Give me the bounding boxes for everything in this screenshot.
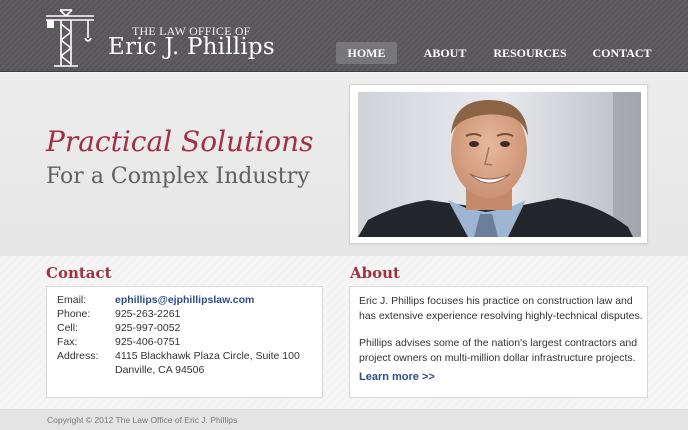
contact-heading: Contact [46,264,112,282]
site-footer: Copyright © 2012 The Law Office of Eric … [0,409,688,430]
copyright-text: Copyright © 2012 The Law Office of Eric … [47,415,238,425]
hero-tagline-secondary: For a Complex Industry [46,164,310,189]
contact-box: Email: ephillips@ejphillipslaw.com Phone… [46,286,323,398]
address-line1: 4115 Blackhawk Plaza Circle, Suite 100 [115,350,300,362]
nav-about[interactable]: ABOUT [418,42,472,64]
nav-contact[interactable]: CONTACT [590,42,654,64]
site-header: THE LAW OFFICE OF Eric J. Phillips HOME … [0,0,688,72]
phone-value: 925-263-2261 [115,308,181,320]
about-paragraph-1: Eric J. Phillips focuses his practice on… [359,295,643,322]
about-paragraph-2: Phillips advises some of the nation's la… [359,337,638,364]
cell-label: Cell: [57,322,79,334]
portrait-frame [349,84,648,244]
phone-label: Phone: [57,308,91,320]
about-box: Eric J. Phillips focuses his practice on… [349,286,648,398]
email-link[interactable]: ephillips@ejphillipslaw.com [115,294,254,306]
nav-home[interactable]: HOME [336,42,397,64]
fax-label: Fax: [57,336,78,348]
hero-tagline-primary: Practical Solutions [46,125,314,158]
cell-value: 925-997-0052 [115,322,181,334]
address-line2: Danville, CA 94506 [115,364,205,376]
learn-more-link[interactable]: Learn more >> [359,371,435,383]
email-label: Email: [57,294,87,306]
nav-resources[interactable]: RESOURCES [492,42,568,64]
main-nav: HOME ABOUT RESOURCES CONTACT [0,42,688,64]
fax-value: 925-406-0751 [115,336,181,348]
attorney-portrait [358,92,641,237]
about-heading: About [350,264,400,282]
address-label: Address: [57,350,99,362]
